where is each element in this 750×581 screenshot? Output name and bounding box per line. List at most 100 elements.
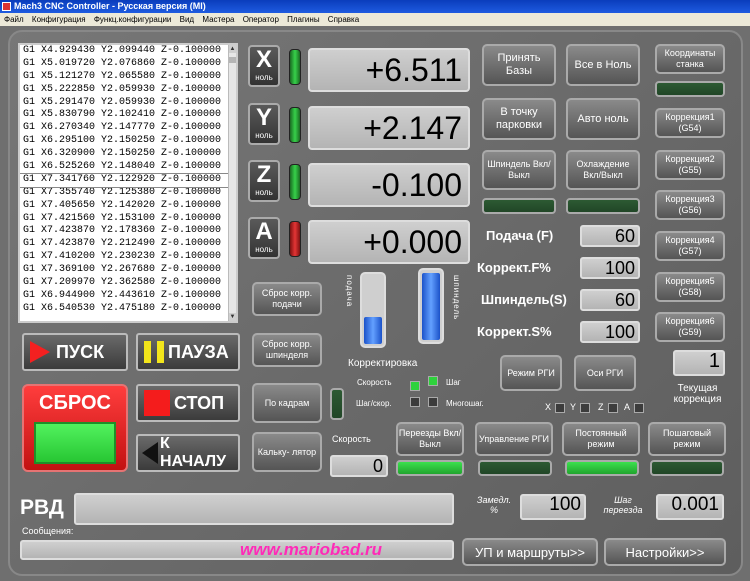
gcode-listing[interactable]: G1 X4.929430 Y2.099440 Z-0.100000 G1 X5.0…	[18, 43, 238, 323]
gcode-line[interactable]: G1 X6.944900 Y2.443610 Z-0.100000	[20, 290, 236, 303]
gcode-line[interactable]: G1 X5.121270 Y2.065580 Z-0.100000	[20, 71, 236, 84]
axis-letter: X	[255, 46, 272, 73]
gcode-line[interactable]: G1 X5.830790 Y2.102410 Z-0.100000	[20, 109, 236, 122]
jog-speed-checkbox[interactable]	[428, 376, 438, 386]
stop-button[interactable]: СТОП	[136, 384, 240, 422]
jog-multi-checkbox[interactable]	[428, 397, 438, 407]
reset-green-indicator	[34, 422, 116, 464]
by-frames-button[interactable]: По кадрам	[252, 383, 322, 423]
gcode-line[interactable]: G1 X7.421560 Y2.153100 Z-0.100000	[20, 213, 236, 226]
axis-indicator-label: A	[624, 402, 631, 412]
feed-corr-value[interactable]: 100	[580, 257, 640, 279]
scroll-thumb[interactable]	[229, 57, 236, 63]
corr5-button[interactable]: Коррекция5 (G58)	[655, 272, 725, 302]
gcode-line[interactable]: G1 X5.222850 Y2.059930 Z-0.100000	[20, 84, 236, 97]
step-mode-indicator	[650, 460, 724, 476]
settings-button[interactable]: Настройки>>	[604, 538, 726, 566]
gcode-line[interactable]: G1 X5.019720 Y2.076860 Z-0.100000	[20, 58, 236, 71]
spindle-label: Шпиндель(S)	[481, 292, 567, 307]
menu-operator[interactable]: Оператор	[240, 13, 282, 26]
feed-value[interactable]: 60	[580, 225, 640, 247]
gcode-scrollbar[interactable]: ▲ ▼	[228, 45, 236, 321]
axis-z-zero-button[interactable]: Zноль	[248, 160, 280, 202]
jog-step-cont-label: Шаг/скор.	[356, 399, 392, 408]
corr6-button[interactable]: Коррекция6 (G59)	[655, 312, 725, 342]
gcode-line[interactable]: G1 X7.423870 Y2.212490 Z-0.100000	[20, 238, 236, 251]
gcode-line[interactable]: G1 X6.320900 Y2.150250 Z-0.100000	[20, 148, 236, 161]
reset-feed-corr-button[interactable]: Сброс корр. подачи	[252, 282, 322, 316]
gcode-line[interactable]: G1 X7.369100 Y2.267680 Z-0.100000	[20, 264, 236, 277]
gcode-line[interactable]: G1 X7.341760 Y2.122920 Z-0.100000	[20, 172, 236, 188]
axis-x-zero-button[interactable]: Xноль	[248, 45, 280, 87]
const-mode-button[interactable]: Постоянный режим	[562, 422, 640, 456]
step-mode-button[interactable]: Пошаговый режим	[648, 422, 726, 456]
accept-bases-button[interactable]: Принять Базы	[482, 44, 556, 86]
reset-spindle-corr-button[interactable]: Сброс корр. шпинделя	[252, 333, 322, 367]
gcode-line[interactable]: G1 X7.209970 Y2.362580 Z-0.100000	[20, 277, 236, 290]
programs-routes-button[interactable]: УП и маршруты>>	[462, 538, 598, 566]
axis-zero-label: ноль	[255, 188, 273, 197]
menu-file[interactable]: Файл	[0, 13, 27, 26]
reset-button[interactable]: СБРОС	[22, 384, 128, 472]
menu-wizards[interactable]: Мастера	[199, 13, 237, 26]
menu-plugins[interactable]: Плагины	[284, 13, 322, 26]
control-rgi-button[interactable]: Управление РГИ	[475, 422, 553, 456]
feed-label: Подача (F)	[486, 228, 554, 243]
scroll-up-icon[interactable]: ▲	[229, 45, 236, 53]
corr2-button[interactable]: Коррекция2 (G55)	[655, 150, 725, 180]
gcode-line[interactable]: G1 X6.525260 Y2.148040 Z-0.100000	[20, 161, 236, 174]
mode-rgi-button[interactable]: Режим РГИ	[500, 355, 562, 391]
scroll-down-icon[interactable]: ▼	[229, 313, 236, 321]
axis-y-zero-button[interactable]: Yноль	[248, 103, 280, 145]
menu-view[interactable]: Вид	[177, 13, 197, 26]
corr3-button[interactable]: Коррекция3 (G56)	[655, 190, 725, 220]
rewind-icon	[142, 442, 158, 464]
jog-step-cont-checkbox[interactable]	[410, 397, 420, 407]
menu-func-config[interactable]: Функц.конфигурации	[91, 13, 175, 26]
axis-indicator-led	[555, 403, 565, 413]
gcode-line[interactable]: G1 X6.270340 Y2.147770 Z-0.100000	[20, 122, 236, 135]
menu-config[interactable]: Конфигурация	[29, 13, 89, 26]
calculator-button[interactable]: Кальку- лятор	[252, 432, 322, 472]
spindle-gauge	[418, 268, 444, 344]
gcode-line[interactable]: G1 X5.291470 Y2.059930 Z-0.100000	[20, 97, 236, 110]
machine-coords-indicator	[655, 81, 725, 97]
current-corr-value: 1	[673, 350, 725, 376]
start-button[interactable]: ПУСК	[22, 333, 128, 371]
axis-zero-label: ноль	[255, 245, 273, 254]
spindle-corr-value[interactable]: 100	[580, 321, 640, 343]
cooling-toggle-button[interactable]: Охлаждение Вкл/Выкл	[566, 150, 640, 190]
slow-value[interactable]: 100	[520, 494, 586, 520]
machine-coords-button[interactable]: Координаты станка	[655, 44, 725, 74]
axis-x-dro[interactable]: +6.511	[308, 48, 470, 92]
gcode-line[interactable]: G1 X7.355740 Y2.125380 Z-0.100000	[20, 187, 236, 200]
axis-z-dro[interactable]: -0.100	[308, 163, 470, 207]
goto-park-button[interactable]: В точку парковки	[482, 98, 556, 140]
auto-zero-button[interactable]: Авто ноль	[566, 98, 640, 140]
axis-y-dro[interactable]: +2.147	[308, 106, 470, 150]
spindle-value[interactable]: 60	[580, 289, 640, 311]
axis-a-zero-button[interactable]: Aноль	[248, 217, 280, 259]
axis-a-dro[interactable]: +0.000	[308, 220, 470, 264]
axis-x-led	[289, 49, 301, 85]
jog-step-value[interactable]: 0.001	[656, 494, 724, 520]
jog-toggle-button[interactable]: Переезды Вкл/Выкл	[396, 422, 464, 456]
menu-help[interactable]: Справка	[325, 13, 362, 26]
pause-button[interactable]: ПАУЗА	[136, 333, 240, 371]
gcode-line[interactable]: G1 X6.295100 Y2.150250 Z-0.100000	[20, 135, 236, 148]
gcode-line[interactable]: G1 X7.423870 Y2.178360 Z-0.100000	[20, 225, 236, 238]
axes-rgi-button[interactable]: Оси РГИ	[574, 355, 636, 391]
rvd-field	[74, 493, 454, 525]
gcode-line[interactable]: G1 X7.405650 Y2.142020 Z-0.100000	[20, 200, 236, 213]
gcode-line[interactable]: G1 X7.410200 Y2.230230 Z-0.100000	[20, 251, 236, 264]
gcode-line[interactable]: G1 X4.929430 Y2.099440 Z-0.100000	[20, 45, 236, 58]
axis-indicator-led	[608, 403, 618, 413]
pause-icon	[144, 341, 164, 363]
all-zero-button[interactable]: Все в Ноль	[566, 44, 640, 86]
corr4-button[interactable]: Коррекция4 (G57)	[655, 231, 725, 261]
spindle-toggle-button[interactable]: Шпиндель Вкл/Выкл	[482, 150, 556, 190]
gcode-line[interactable]: G1 X6.540530 Y2.475180 Z-0.100000	[20, 303, 236, 316]
corr1-button[interactable]: Коррекция1 (G54)	[655, 108, 725, 138]
to-start-button[interactable]: К НАЧАЛУ	[136, 434, 240, 472]
axis-letter: Z	[256, 161, 272, 188]
